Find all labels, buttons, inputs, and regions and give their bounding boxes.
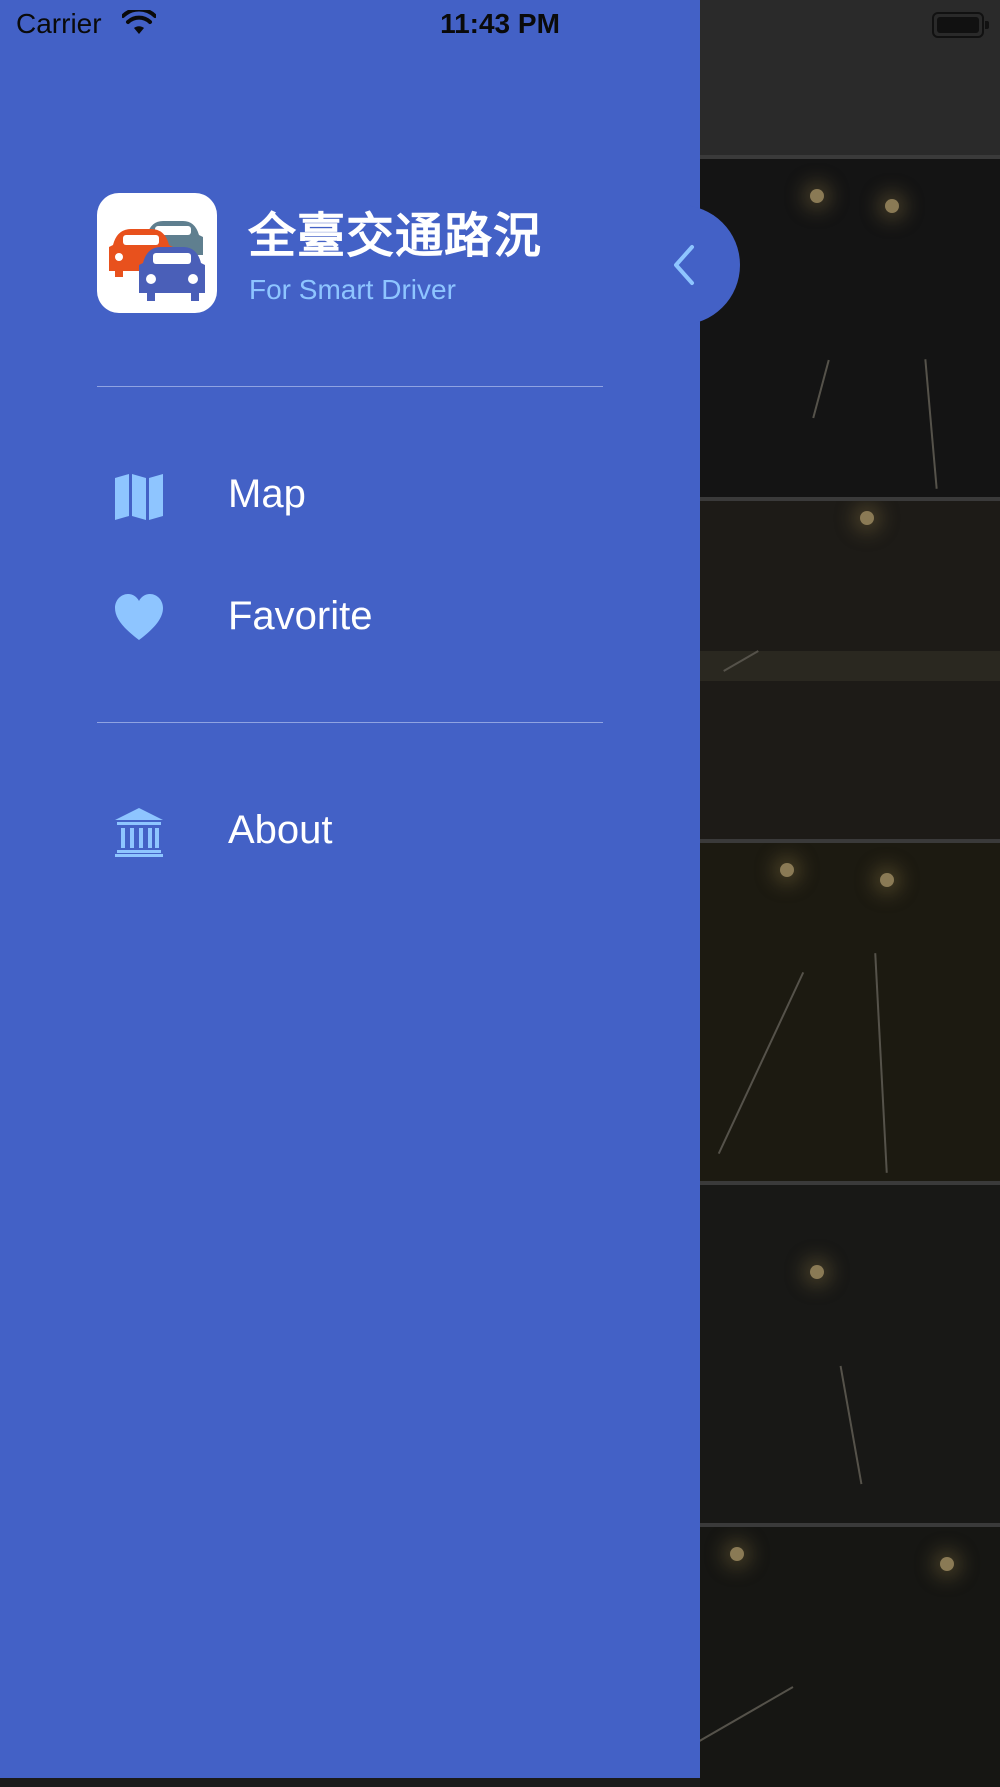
chevron-left-icon (674, 245, 694, 285)
heart-icon (113, 592, 165, 644)
app-subtitle: For Smart Driver (249, 274, 456, 305)
battery-icon (932, 12, 989, 38)
camera-feed-2[interactable] (700, 497, 1000, 839)
status-bar: Carrier 11:43 PM (0, 0, 1000, 52)
menu-item-map[interactable]: Map (97, 450, 603, 540)
menu-item-favorite[interactable]: Favorite (97, 572, 603, 662)
camera-feed-1[interactable] (700, 155, 1000, 497)
menu-item-label: Favorite (228, 594, 373, 638)
divider (97, 386, 603, 387)
app-title: 全臺交通路況 (248, 210, 543, 263)
camera-feed-4[interactable] (700, 1181, 1000, 1523)
divider (97, 722, 603, 723)
camera-feed-3[interactable] (700, 839, 1000, 1181)
menu-item-label: Map (228, 472, 306, 516)
bank-icon (113, 806, 165, 858)
app-logo (97, 193, 217, 313)
side-drawer: 全臺交通路況 For Smart Driver Map Favorite Abo… (0, 0, 700, 1778)
menu-item-about[interactable]: About (97, 786, 603, 876)
status-time: 11:43 PM (440, 8, 560, 39)
camera-feed-5[interactable] (700, 1523, 1000, 1787)
menu-item-label: About (228, 808, 333, 852)
map-icon (113, 470, 165, 522)
